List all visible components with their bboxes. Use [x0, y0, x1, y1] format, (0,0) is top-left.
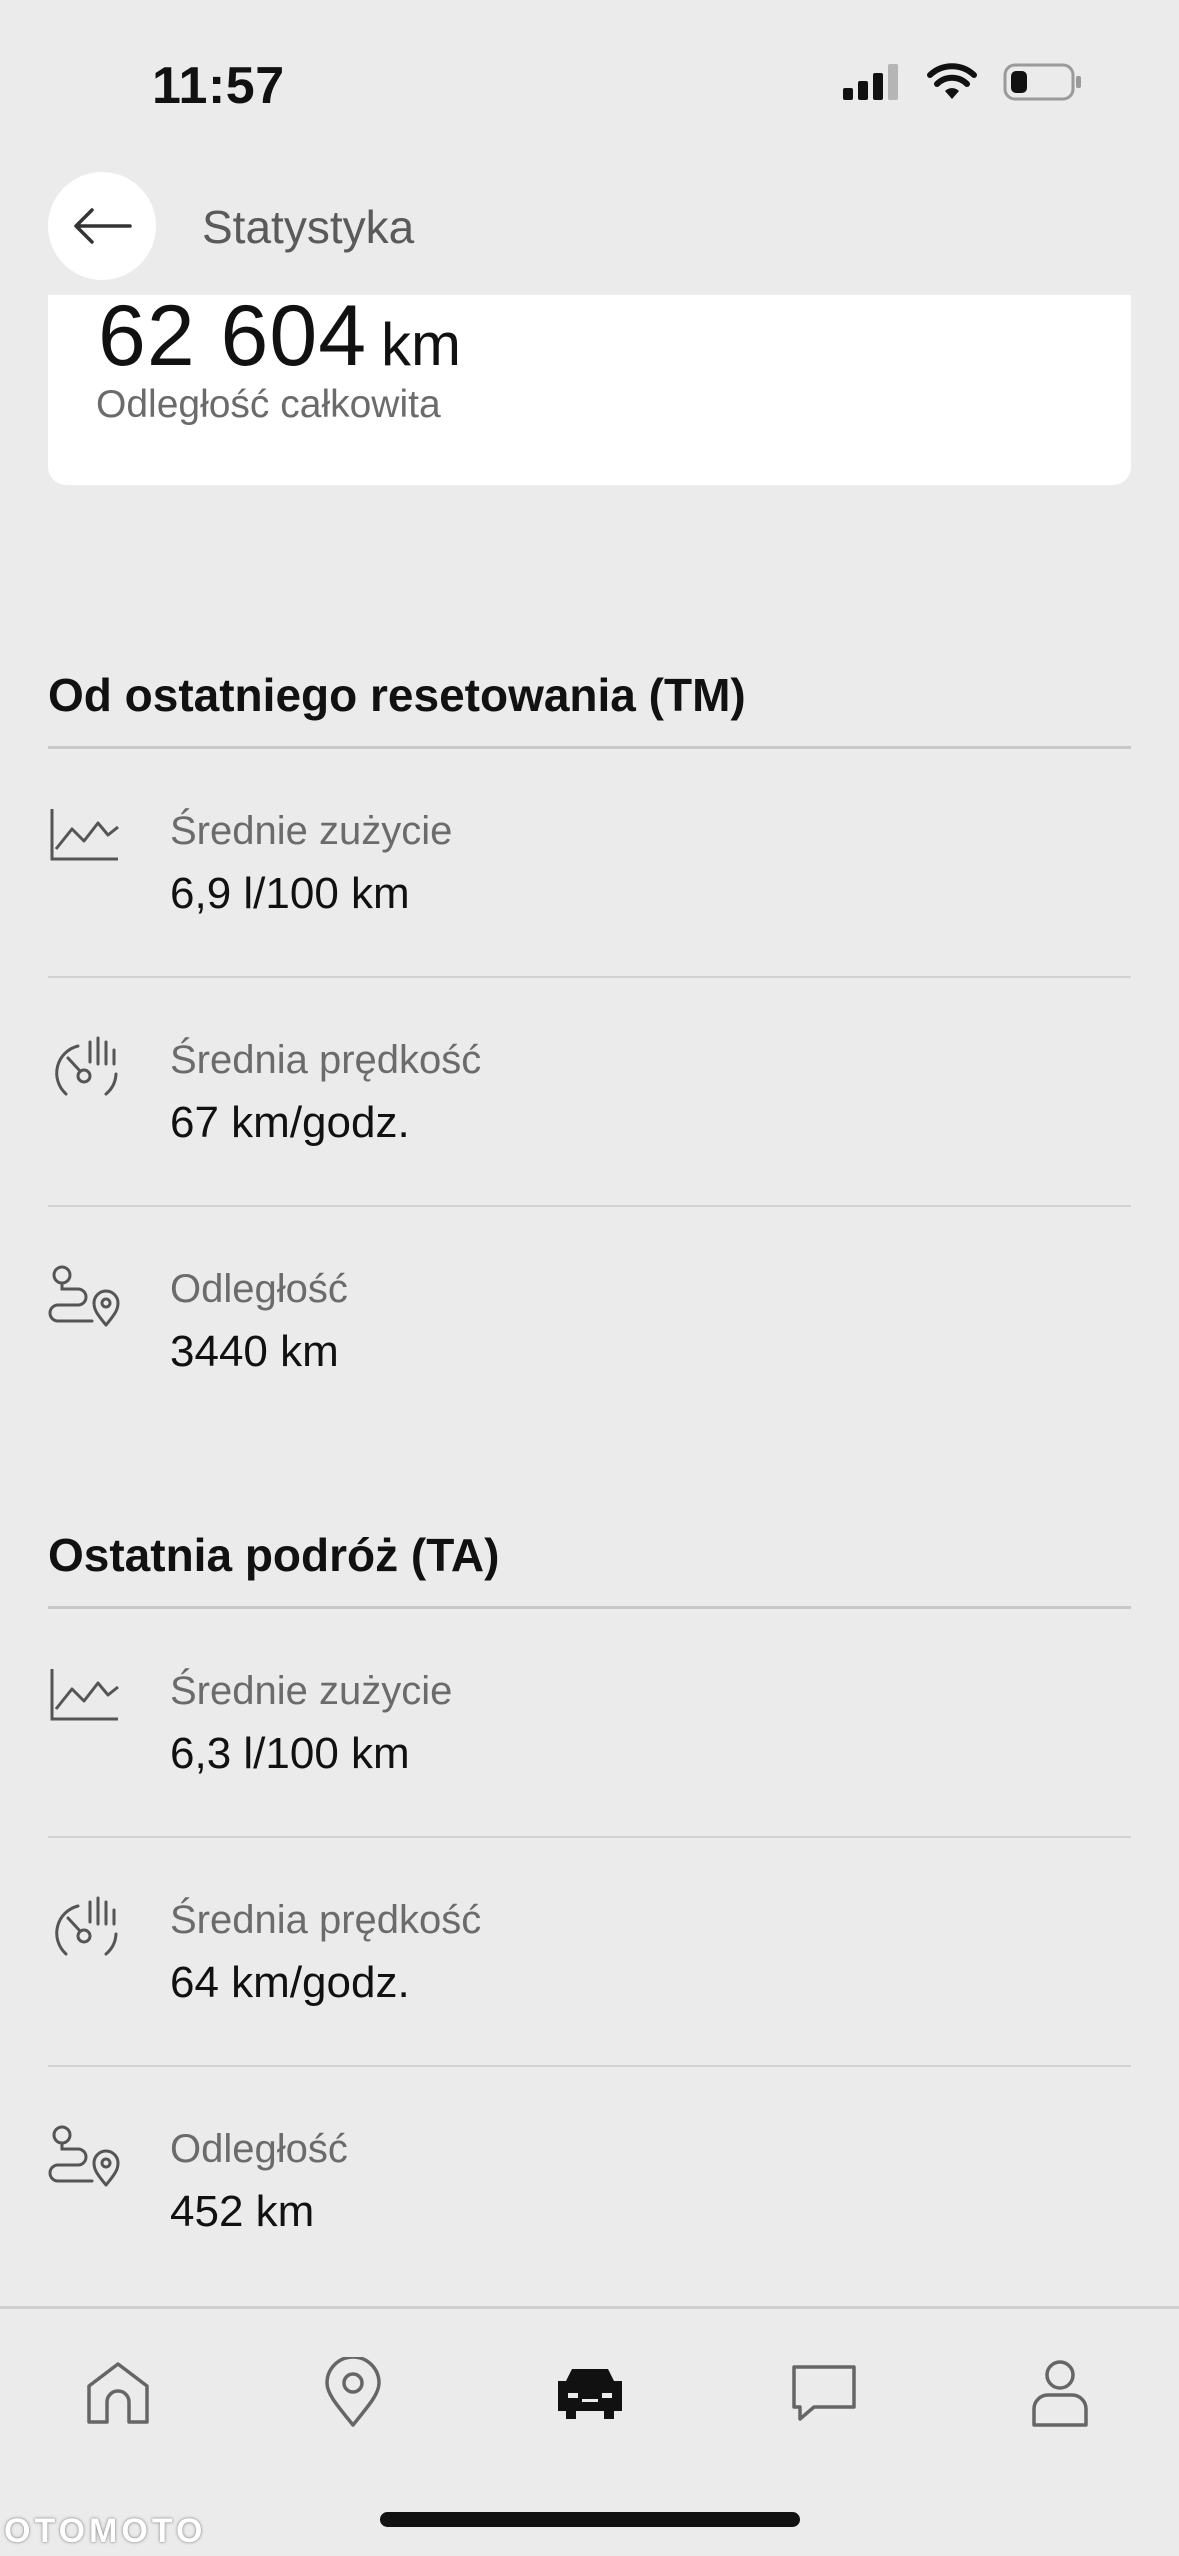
- car-icon: [558, 2369, 622, 2419]
- stat-value: 64 km/godz.: [170, 1958, 410, 2007]
- stat-label: Średnie zużycie: [170, 809, 453, 853]
- stat-row-avg-consumption: Średnie zużycie 6,9 l/100 km: [48, 749, 1131, 978]
- home-icon: [87, 2362, 149, 2424]
- odometer-label: Odległość całkowita: [96, 383, 441, 426]
- arrow-left-icon: [74, 208, 132, 244]
- section-title: Ostatnia podróż (TA): [48, 1525, 1131, 1609]
- speedometer-icon: [55, 1036, 118, 1096]
- status-icons: [843, 62, 1083, 102]
- chat-icon: [792, 2365, 856, 2421]
- stat-label: Średnie zużycie: [170, 1669, 453, 1713]
- stat-value: 6,3 l/100 km: [170, 1729, 410, 1778]
- status-bar: 11:57: [0, 0, 1179, 170]
- speedometer-icon: [55, 1896, 118, 1956]
- watermark: OTOMOTO: [4, 2512, 207, 2550]
- stat-row-avg-speed: Średnia prędkość 67 km/godz.: [48, 978, 1131, 1207]
- wifi-icon: [927, 63, 977, 99]
- chart-icon: [50, 1669, 119, 1721]
- nav-car[interactable]: [550, 2353, 630, 2433]
- stat-row-avg-consumption: Średnie zużycie 6,3 l/100 km: [48, 1609, 1131, 1838]
- stat-label: Średnia prędkość: [170, 1038, 482, 1082]
- stat-row-avg-speed: Średnia prędkość 64 km/godz.: [48, 1838, 1131, 2067]
- nav-map[interactable]: [313, 2353, 393, 2433]
- cellular-signal-icon: [843, 64, 898, 100]
- stat-row-distance: Odległość 3440 km: [48, 1207, 1131, 1436]
- header: Statystyka: [0, 170, 1179, 295]
- odometer-unit: km: [381, 311, 462, 378]
- stat-label: Odległość: [170, 2127, 348, 2171]
- page-title: Statystyka: [202, 201, 415, 253]
- section-title: Od ostatniego resetowania (TM): [48, 665, 1131, 749]
- route-icon: [48, 1265, 120, 1327]
- nav-messages[interactable]: [784, 2353, 864, 2433]
- profile-icon: [1032, 2360, 1088, 2427]
- location-icon: [325, 2357, 381, 2427]
- stat-value: 3440 km: [170, 1327, 339, 1376]
- home-indicator[interactable]: [380, 2512, 800, 2527]
- back-button[interactable]: [48, 172, 156, 280]
- nav-home[interactable]: [78, 2353, 158, 2433]
- stat-label: Średnia prędkość: [170, 1898, 482, 1942]
- stat-label: Odległość: [170, 1267, 348, 1311]
- route-icon: [48, 2125, 120, 2187]
- stat-row-distance: Odległość 452 km: [48, 2067, 1131, 2296]
- odometer-value: 62 604: [98, 288, 368, 384]
- odometer-value-group: 62 604 km: [98, 287, 461, 386]
- stat-value: 452 km: [170, 2187, 315, 2236]
- stat-value: 67 km/godz.: [170, 1098, 410, 1147]
- section-last-trip: Ostatnia podróż (TA) Średnie zużycie 6,3…: [48, 1525, 1131, 2296]
- chart-icon: [50, 809, 119, 861]
- stat-value: 6,9 l/100 km: [170, 869, 410, 918]
- nav-profile[interactable]: [1020, 2353, 1100, 2433]
- status-time: 11:57: [152, 57, 285, 115]
- section-since-reset: Od ostatniego resetowania (TM) Średnie z…: [48, 665, 1131, 1436]
- battery-icon: [1003, 63, 1081, 101]
- odometer-card: 62 604 km Odległość całkowita: [48, 288, 1131, 485]
